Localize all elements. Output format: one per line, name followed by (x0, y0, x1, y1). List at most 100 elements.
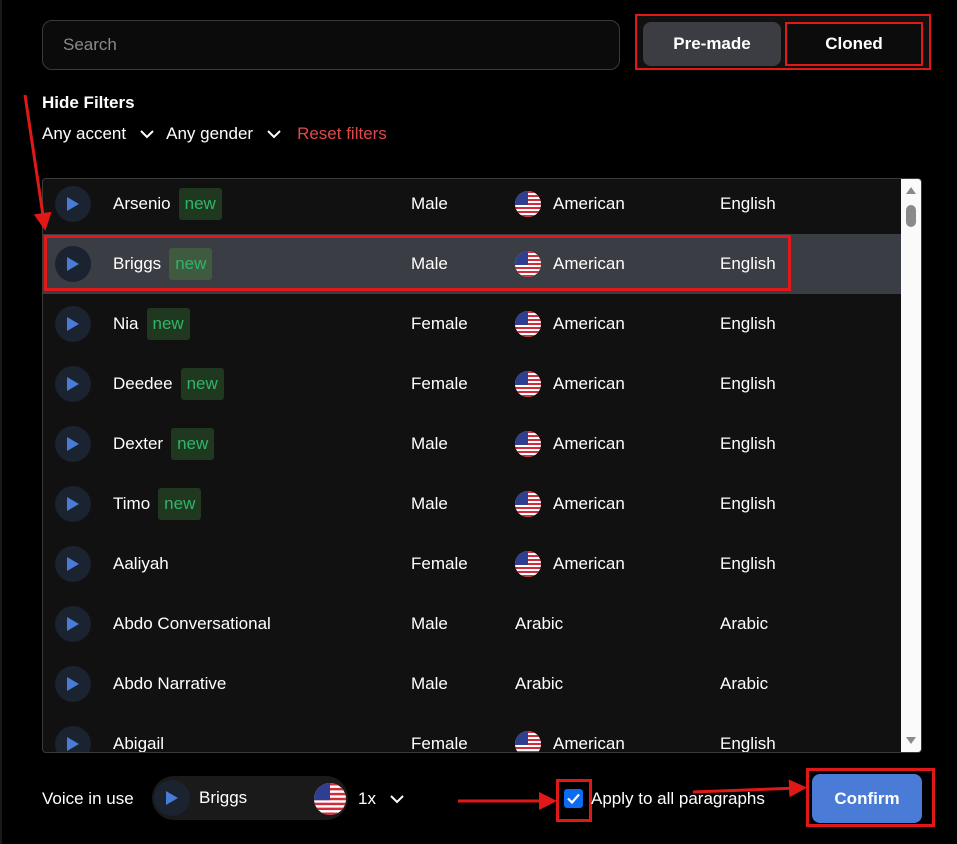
play-icon (67, 497, 79, 511)
hide-filters-button[interactable]: Hide Filters (42, 93, 135, 113)
speed-dropdown[interactable]: 1x (358, 789, 406, 809)
new-badge: new (158, 488, 202, 520)
voice-gender: Male (411, 674, 448, 693)
new-badge: new (169, 248, 213, 280)
voice-gender: Male (411, 494, 448, 513)
voice-row-abdo-conversational[interactable]: Abdo Conversational Male Arabic Arabic (43, 594, 903, 654)
voice-name: Nia (113, 314, 139, 333)
search-input[interactable] (42, 20, 620, 70)
voice-accent-cell: Arabic (515, 614, 563, 634)
voice-accent: American (553, 734, 625, 753)
voice-accent: Arabic (515, 614, 564, 633)
voice-row-dexter[interactable]: Dexter new Male American English (43, 414, 903, 474)
chevron-down-icon (140, 130, 154, 139)
voice-accent: American (553, 434, 625, 453)
voice-row-nia[interactable]: Nia new Female American English (43, 294, 903, 354)
reset-filters-link[interactable]: Reset filters (297, 124, 387, 144)
chevron-down-icon (390, 795, 404, 804)
new-badge: new (178, 188, 222, 220)
apply-all-checkbox[interactable] (564, 789, 583, 808)
voice-name: Abigail (113, 734, 165, 753)
voice-gender: Male (411, 434, 448, 453)
us-flag-icon (515, 371, 541, 397)
accent-filter-dropdown[interactable]: Any accent (42, 124, 156, 144)
play-button[interactable] (154, 780, 190, 816)
us-flag-icon (515, 431, 541, 457)
voice-name-cell: Abigail (113, 734, 165, 753)
voice-picker-panel: Pre-made Cloned Hide Filters Any accent … (0, 0, 957, 844)
voice-in-use-label: Voice in use (42, 789, 134, 808)
voice-language: English (720, 734, 776, 753)
scroll-down-arrow-icon[interactable] (905, 736, 917, 746)
us-flag-icon (515, 551, 541, 577)
voice-accent-cell: American (515, 251, 625, 277)
voice-name: Timo (113, 494, 151, 513)
voice-row-aaliyah[interactable]: Aaliyah Female American English (43, 534, 903, 594)
voice-gender: Female (411, 374, 468, 393)
speed-value: 1x (358, 789, 376, 808)
voice-gender: Female (411, 554, 468, 573)
play-button[interactable] (55, 666, 91, 702)
voice-accent: American (553, 494, 625, 513)
voice-gender: Female (411, 314, 468, 333)
voice-accent-cell: Arabic (515, 674, 563, 694)
voice-accent: American (553, 374, 625, 393)
voice-name: Aaliyah (113, 554, 169, 573)
voice-row-abdo-narrative[interactable]: Abdo Narrative Male Arabic Arabic (43, 654, 903, 714)
voice-row-timo[interactable]: Timo new Male American English (43, 474, 903, 534)
play-icon (67, 737, 79, 751)
play-button[interactable] (55, 366, 91, 402)
checkmark-icon (567, 793, 580, 804)
play-button[interactable] (55, 606, 91, 642)
voice-row-abigail[interactable]: Abigail Female American English (43, 714, 903, 753)
voice-name-cell: Timo new (113, 488, 202, 520)
scrollbar[interactable] (901, 179, 921, 752)
us-flag-icon (515, 191, 541, 217)
voice-accent: American (553, 554, 625, 573)
gender-filter-dropdown[interactable]: Any gender (166, 124, 283, 144)
voice-row-briggs[interactable]: Briggs new Male American English (43, 234, 903, 294)
play-button[interactable] (55, 426, 91, 462)
voice-name-cell: Deedee new (113, 368, 224, 400)
new-badge: new (146, 308, 190, 340)
voice-name-cell: Arsenio new (113, 188, 222, 220)
us-flag-icon (515, 251, 541, 277)
play-button[interactable] (55, 306, 91, 342)
voice-list: Arsenio new Male American English Briggs new Ma… (42, 178, 922, 753)
voice-name-cell: Abdo Conversational (113, 614, 271, 634)
voice-language: Arabic (720, 614, 769, 633)
apply-all-label[interactable]: Apply to all paragraphs (591, 789, 765, 809)
voice-language: English (720, 314, 776, 333)
voice-name-cell: Dexter new (113, 428, 215, 460)
play-icon (67, 557, 79, 571)
play-button[interactable] (55, 186, 91, 222)
voice-gender: Male (411, 614, 448, 633)
voice-in-use-name: Briggs (199, 788, 248, 807)
voice-language: English (720, 374, 776, 393)
voice-accent-cell: American (515, 371, 625, 397)
voice-name: Briggs (113, 254, 162, 273)
voice-language: Arabic (720, 674, 769, 693)
play-button[interactable] (55, 726, 91, 752)
voice-name: Arsenio (113, 194, 171, 213)
scrollbar-thumb[interactable] (906, 205, 916, 227)
play-button[interactable] (55, 246, 91, 282)
voice-name-cell: Briggs new (113, 248, 213, 280)
voice-row-deedee[interactable]: Deedee new Female American English (43, 354, 903, 414)
us-flag-icon (314, 783, 346, 815)
play-button[interactable] (55, 486, 91, 522)
voice-name: Abdo Narrative (113, 674, 227, 693)
play-icon (67, 377, 79, 391)
voice-language: English (720, 554, 776, 573)
voice-accent: American (553, 314, 625, 333)
play-icon (67, 257, 79, 271)
voice-language: English (720, 254, 776, 273)
voice-source-toggle: Pre-made Cloned (635, 14, 931, 70)
confirm-button[interactable]: Confirm (812, 774, 922, 823)
play-button[interactable] (55, 546, 91, 582)
tab-premade[interactable]: Pre-made (643, 22, 781, 66)
scroll-up-arrow-icon[interactable] (905, 185, 917, 195)
voice-row-arsenio[interactable]: Arsenio new Male American English (43, 179, 903, 234)
tab-cloned[interactable]: Cloned (785, 22, 923, 66)
voice-name: Dexter (113, 434, 164, 453)
